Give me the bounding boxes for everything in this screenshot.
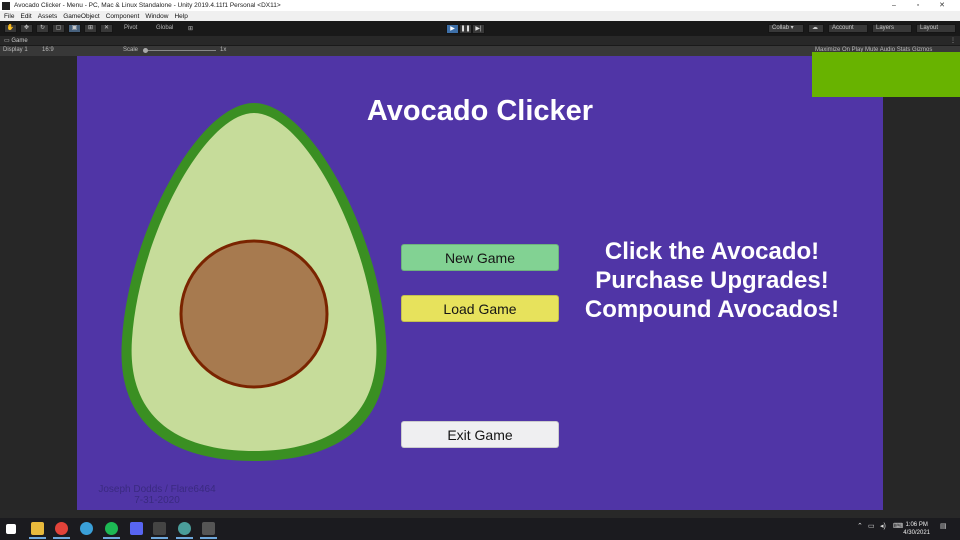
menu-edit[interactable]: Edit	[20, 13, 31, 20]
collab-dropdown[interactable]: Collab ▾	[768, 24, 804, 33]
layout-dropdown[interactable]: Layout	[916, 24, 956, 33]
maximize-button[interactable]: ▫	[906, 0, 930, 11]
avocado-click-target[interactable]	[119, 101, 389, 463]
window-controls: – ▫ ✕	[882, 0, 954, 11]
menu-window[interactable]: Window	[145, 13, 168, 20]
close-button[interactable]: ✕	[930, 0, 954, 11]
tab-game[interactable]: ▭ Game	[4, 37, 28, 44]
cloud-button[interactable]: ☁	[808, 24, 824, 33]
rotate-tool-button[interactable]: ↻	[36, 24, 49, 33]
tab-game-label: Game	[11, 38, 28, 44]
unity-icon	[2, 1, 10, 10]
title-bar: Avocado Clicker - Menu - PC, Mac & Linux…	[0, 0, 960, 11]
menu-gameobject[interactable]: GameObject	[63, 13, 100, 20]
step-button[interactable]: ▶|	[472, 24, 485, 34]
menu-help[interactable]: Help	[174, 13, 187, 20]
tray-expand-icon[interactable]: ⌃	[857, 522, 863, 530]
scale-label: Scale	[123, 47, 139, 53]
game-tab-bar: ▭ Game ⋮	[0, 36, 960, 46]
game-view: Avocado Clicker New Game Load Game Exit …	[77, 56, 883, 510]
scale-slider-handle[interactable]	[143, 48, 148, 53]
move-icon: ✥	[23, 25, 30, 31]
unity-taskbar-icon[interactable]	[151, 522, 168, 539]
snap-icon[interactable]: ⊞	[188, 25, 193, 32]
window-title: Avocado Clicker - Menu - PC, Mac & Linux…	[14, 2, 281, 9]
toolbar: ✋ ✥ ↻ ▢ ▣ ⊞ ✕ Pivot Global ⊞ ▶ ❚❚ ▶| Col…	[0, 21, 960, 36]
rect-icon: ▣	[71, 25, 78, 31]
credit-author: Joseph Dodds / Flare6464	[98, 484, 216, 495]
file-explorer-icon[interactable]	[29, 522, 46, 539]
load-game-button[interactable]: Load Game	[401, 295, 559, 322]
volume-icon[interactable]: ◂)	[880, 522, 886, 530]
move-tool-button[interactable]: ✥	[20, 24, 33, 33]
credit-date: 7-31-2020	[134, 495, 180, 506]
hand-icon: ✋	[6, 25, 15, 31]
telegram-icon[interactable]	[80, 522, 93, 535]
scale-value: 1x	[220, 47, 227, 53]
menu-assets[interactable]: Assets	[38, 13, 58, 20]
scale-tool-button[interactable]: ▢	[52, 24, 65, 33]
notifications-icon[interactable]: ▤	[940, 522, 947, 530]
discord-icon[interactable]	[130, 522, 143, 535]
hand-tool-button[interactable]: ✋	[4, 24, 17, 33]
rect-tool-button[interactable]: ▣	[68, 24, 81, 33]
scale-slider-track[interactable]	[146, 50, 216, 51]
transform-tool-button[interactable]: ⊞	[84, 24, 97, 33]
tab-menu-icon[interactable]: ⋮	[950, 37, 956, 44]
windows-start-icon[interactable]	[6, 524, 16, 534]
clock-date: 4/30/2021	[903, 530, 930, 536]
unity-editor-window: Avocado Clicker - Menu - PC, Mac & Linux…	[0, 0, 960, 540]
pause-button[interactable]: ❚❚	[459, 24, 472, 34]
menu-bar: File Edit Assets GameObject Component Wi…	[0, 11, 960, 21]
clock-time: 1:06 PM	[905, 522, 928, 528]
global-toggle[interactable]: Global	[156, 25, 173, 31]
account-dropdown[interactable]: Account	[828, 24, 868, 33]
minimize-button[interactable]: –	[882, 0, 906, 11]
tagline-line-1: Click the Avocado!	[604, 238, 820, 265]
keyboard-icon[interactable]: ⌨	[893, 522, 903, 530]
wrench-icon: ✕	[103, 25, 110, 31]
unity-editor-taskbar-icon[interactable]	[200, 522, 217, 539]
green-overlay-panel	[812, 52, 960, 97]
unity-hub-icon[interactable]	[176, 522, 193, 539]
scale-icon: ▢	[55, 25, 62, 31]
credit: Joseph Dodds / Flare6464 7-31-2020	[77, 484, 237, 506]
play-controls: ▶ ❚❚ ▶|	[446, 24, 485, 34]
tagline-line-3: Compound Avocados!	[584, 296, 840, 323]
rotate-icon: ↻	[39, 25, 46, 31]
pivot-toggle[interactable]: Pivot	[124, 25, 137, 31]
avocado-pit	[179, 239, 329, 389]
new-game-button[interactable]: New Game	[401, 244, 559, 271]
taskbar: ⌃ ▭ ◂) ⌨ 1:06 PM 4/30/2021 ▤	[0, 518, 960, 540]
exit-game-button[interactable]: Exit Game	[401, 421, 559, 448]
menu-file[interactable]: File	[4, 13, 14, 20]
chrome-icon[interactable]	[53, 522, 70, 539]
network-icon[interactable]: ▭	[868, 522, 875, 530]
tagline-line-2: Purchase Upgrades!	[595, 267, 829, 294]
transform-icon: ⊞	[87, 25, 94, 31]
layers-dropdown[interactable]: Layers	[872, 24, 912, 33]
play-button[interactable]: ▶	[446, 24, 459, 34]
tagline: Click the Avocado! Purchase Upgrades! Co…	[567, 237, 857, 324]
display-dropdown[interactable]: Display 1	[3, 47, 28, 53]
spotify-icon[interactable]	[103, 522, 120, 539]
custom-tool-button[interactable]: ✕	[100, 24, 113, 33]
aspect-dropdown[interactable]: 16:9	[42, 47, 54, 53]
menu-component[interactable]: Component	[106, 13, 140, 20]
clock[interactable]: 1:06 PM 4/30/2021	[903, 521, 930, 537]
